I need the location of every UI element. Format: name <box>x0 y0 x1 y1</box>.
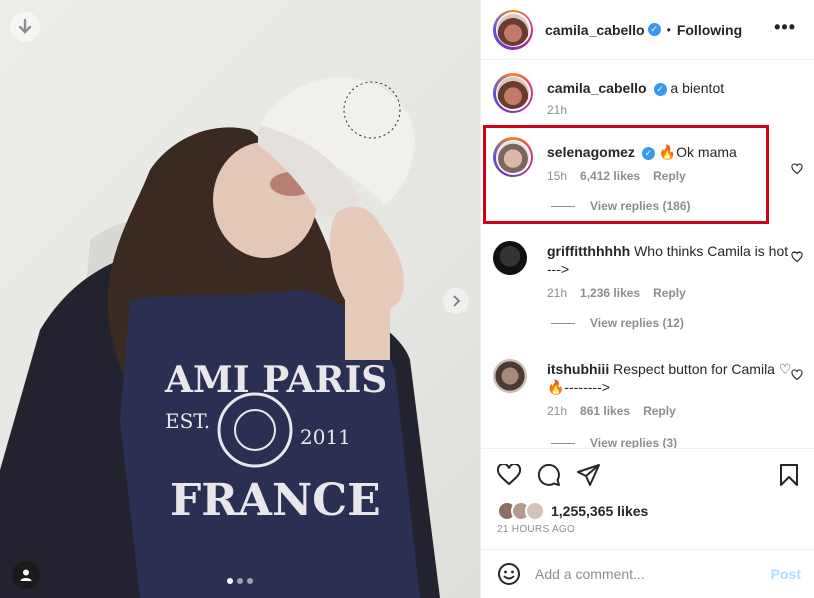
shirt-text-france: FRANCE <box>170 475 381 526</box>
comment-username[interactable]: griffitthhhhh <box>547 243 630 259</box>
view-replies-label: View replies (3) <box>590 436 678 448</box>
like-comment-heart-icon[interactable] <box>791 251 803 263</box>
view-replies-button[interactable]: View replies (186) <box>551 199 803 213</box>
chevron-right-icon <box>453 295 461 307</box>
view-replies-label: View replies (12) <box>590 316 684 330</box>
post-actions: 1,255,365 likes 21 HOURS AGO <box>481 448 814 535</box>
post-comment-button[interactable]: Post <box>771 566 801 582</box>
view-replies-button[interactable]: View replies (12) <box>551 316 803 330</box>
caption-time[interactable]: 21h <box>547 103 567 117</box>
comments-list[interactable]: camila_cabello ✓ a bientot 21h selenagom… <box>481 61 814 448</box>
caption-text: a bientot <box>670 80 725 96</box>
emoji-icon[interactable] <box>497 562 521 586</box>
post-header: camila_cabello ✓ • Following ••• <box>481 0 814 60</box>
carousel-dot <box>237 578 243 584</box>
verified-badge-icon: ✓ <box>647 23 661 36</box>
liker-avatar <box>525 501 545 521</box>
download-button[interactable] <box>10 12 40 42</box>
arrow-down-icon <box>18 19 32 34</box>
following-button[interactable]: Following <box>677 22 742 38</box>
post-photo[interactable]: AMI PARIS EST. 2011 FRANCE <box>0 0 480 598</box>
carousel-next-button[interactable] <box>443 288 469 314</box>
likes-summary[interactable]: 1,255,365 likes <box>497 501 799 521</box>
verified-badge-icon: ✓ <box>641 146 655 160</box>
verified-badge-icon: ✓ <box>653 82 667 96</box>
save-bookmark-icon[interactable] <box>779 463 799 487</box>
comment-likes[interactable]: 861 likes <box>580 404 630 418</box>
caption-item: camila_cabello ✓ a bientot 21h <box>493 73 803 117</box>
comment-time[interactable]: 21h <box>547 404 567 418</box>
like-comment-heart-icon[interactable] <box>791 163 803 175</box>
comment-avatar[interactable] <box>493 241 527 275</box>
shirt-text-year: 2011 <box>300 425 351 449</box>
shirt-text-amiparis: AMI PARIS <box>164 359 387 401</box>
comment-time[interactable]: 15h <box>547 169 567 183</box>
user-icon <box>20 569 32 581</box>
author-avatar[interactable] <box>493 9 533 50</box>
reply-button[interactable]: Reply <box>653 286 686 300</box>
view-replies-label: View replies (186) <box>590 199 691 213</box>
post-image: AMI PARIS EST. 2011 FRANCE <box>0 77 440 598</box>
comment-time[interactable]: 21h <box>547 286 567 300</box>
reply-button[interactable]: Reply <box>653 169 686 183</box>
comment-input[interactable] <box>535 566 771 582</box>
more-options-icon[interactable]: ••• <box>774 18 796 36</box>
replies-line <box>551 205 575 207</box>
liker-avatars <box>497 501 545 521</box>
comment-avatar[interactable] <box>493 137 533 177</box>
share-paper-plane-icon[interactable] <box>577 464 601 486</box>
view-replies-button[interactable]: View replies (3) <box>551 436 803 448</box>
replies-line <box>551 322 575 324</box>
carousel-dot <box>247 578 253 584</box>
header-separator: • <box>666 22 671 37</box>
like-heart-icon[interactable] <box>497 464 521 486</box>
add-comment-bar: Post <box>481 549 814 598</box>
comment-username[interactable]: selenagomez <box>547 144 635 160</box>
author-username[interactable]: camila_cabello <box>545 22 645 38</box>
replies-line <box>551 442 575 444</box>
comment-likes[interactable]: 6,412 likes <box>580 169 640 183</box>
like-comment-heart-icon[interactable] <box>791 369 803 381</box>
comment-text: 🔥Ok mama <box>658 144 737 160</box>
comment-likes[interactable]: 1,236 likes <box>580 286 640 300</box>
post-side-panel: camila_cabello ✓ • Following ••• camila_… <box>480 0 814 598</box>
comment-item: itshubhiii Respect button for Camila ♡🔥-… <box>493 359 803 448</box>
carousel-dots <box>227 578 253 584</box>
likes-count[interactable]: 1,255,365 likes <box>551 503 648 519</box>
comment-bubble-icon[interactable] <box>537 463 561 487</box>
caption-avatar[interactable] <box>493 73 533 113</box>
post-timestamp[interactable]: 21 HOURS AGO <box>497 524 799 535</box>
carousel-dot-active <box>227 578 233 584</box>
comment-avatar[interactable] <box>493 359 527 393</box>
shirt-text-est: EST. <box>165 409 210 433</box>
comment-username[interactable]: itshubhiii <box>547 361 609 377</box>
comment-item: selenagomez ✓ 🔥Ok mama 15h 6,412 likes R… <box>493 137 803 213</box>
comment-item: griffitthhhhh Who thinks Camila is hot -… <box>493 241 803 330</box>
reply-button[interactable]: Reply <box>643 404 676 418</box>
caption-username[interactable]: camila_cabello <box>547 80 647 96</box>
tagged-users-button[interactable] <box>12 561 40 589</box>
